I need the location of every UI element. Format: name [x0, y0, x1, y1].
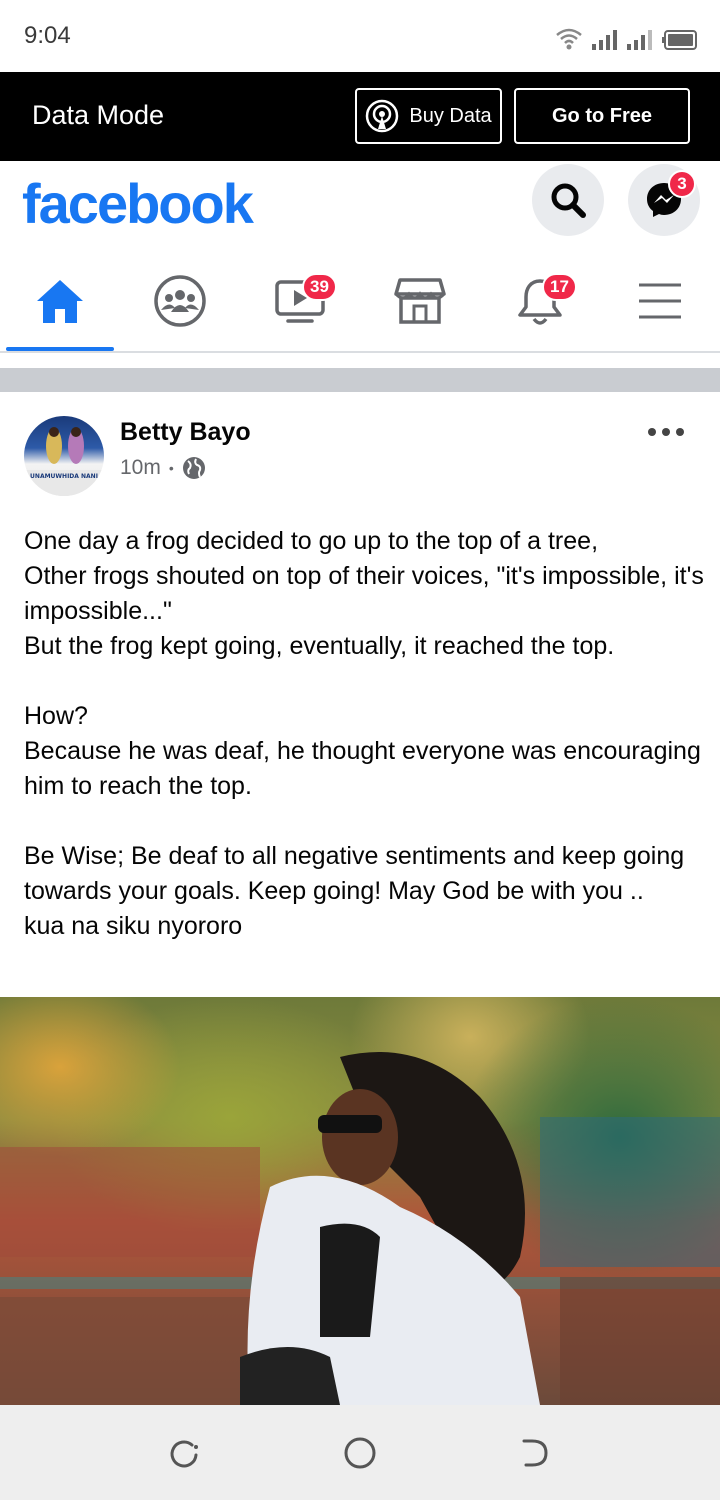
globe-icon	[182, 457, 205, 479]
photo-content	[0, 1052, 720, 1405]
marketplace-store-icon	[394, 278, 446, 324]
home-nav-icon[interactable]	[342, 1435, 378, 1471]
wifi-icon	[556, 28, 582, 50]
messenger-button[interactable]: 3	[628, 164, 700, 236]
feed-divider	[0, 368, 720, 392]
messenger-badge: 3	[668, 170, 696, 198]
tab-notifications[interactable]: 17	[480, 251, 600, 351]
main-nav-tabs: 39 17	[0, 251, 720, 353]
author-avatar[interactable]: UNAMUWHIDA NANI	[24, 416, 104, 496]
post-time[interactable]: 10m	[120, 456, 161, 480]
post-paragraph: Be Wise; Be deaf to all negative sentime…	[24, 842, 685, 940]
data-mode-banner: Data Mode Buy Data Go to Free	[0, 72, 720, 161]
post-author-name[interactable]: Betty Bayo	[120, 418, 251, 447]
battery-icon	[662, 30, 697, 50]
status-time: 9:04	[24, 22, 71, 49]
post-photo[interactable]	[0, 997, 720, 1405]
buy-data-button[interactable]: Buy Data	[355, 88, 502, 144]
status-bar: 9:04	[0, 0, 720, 72]
back-nav-icon[interactable]	[518, 1435, 554, 1471]
avatar-caption: UNAMUWHIDA NANI	[30, 473, 98, 480]
buy-data-label: Buy Data	[409, 104, 492, 127]
signal-icon-2	[627, 28, 652, 50]
signal-icon	[592, 28, 617, 50]
avatar-image: UNAMUWHIDA NANI	[24, 427, 104, 496]
app-header: facebook 3	[0, 161, 720, 251]
dot	[648, 428, 656, 436]
android-navigation-bar	[0, 1405, 720, 1500]
dot	[676, 428, 684, 436]
status-icons	[556, 22, 698, 50]
search-icon	[551, 183, 586, 218]
notifications-badge: 17	[542, 273, 577, 301]
go-to-free-button[interactable]: Go to Free	[514, 88, 690, 144]
home-icon	[37, 280, 83, 323]
tab-menu[interactable]	[600, 251, 720, 351]
meta-separator: •	[168, 460, 174, 476]
data-mode-label: Data Mode	[32, 100, 165, 130]
hamburger-menu-icon	[639, 283, 681, 319]
post-paragraph: One day a frog decided to go up to the t…	[24, 527, 704, 660]
post-paragraph: How? Because he was deaf, he thought eve…	[24, 702, 701, 800]
broadcast-icon	[366, 99, 399, 133]
dot	[662, 428, 670, 436]
tab-marketplace[interactable]	[360, 251, 480, 351]
tab-groups[interactable]	[120, 251, 240, 351]
tab-home[interactable]	[0, 251, 120, 351]
facebook-logo[interactable]: facebook	[22, 171, 254, 236]
groups-icon	[154, 275, 206, 327]
tab-watch[interactable]: 39	[240, 251, 360, 351]
go-to-free-label: Go to Free	[551, 104, 652, 127]
post-options-button[interactable]	[648, 422, 684, 442]
recent-apps-icon[interactable]	[166, 1435, 202, 1471]
post-text: One day a frog decided to go up to the t…	[24, 524, 704, 944]
watch-badge: 39	[302, 273, 337, 301]
search-button[interactable]	[532, 164, 604, 236]
post-meta: 10m •	[120, 456, 206, 480]
